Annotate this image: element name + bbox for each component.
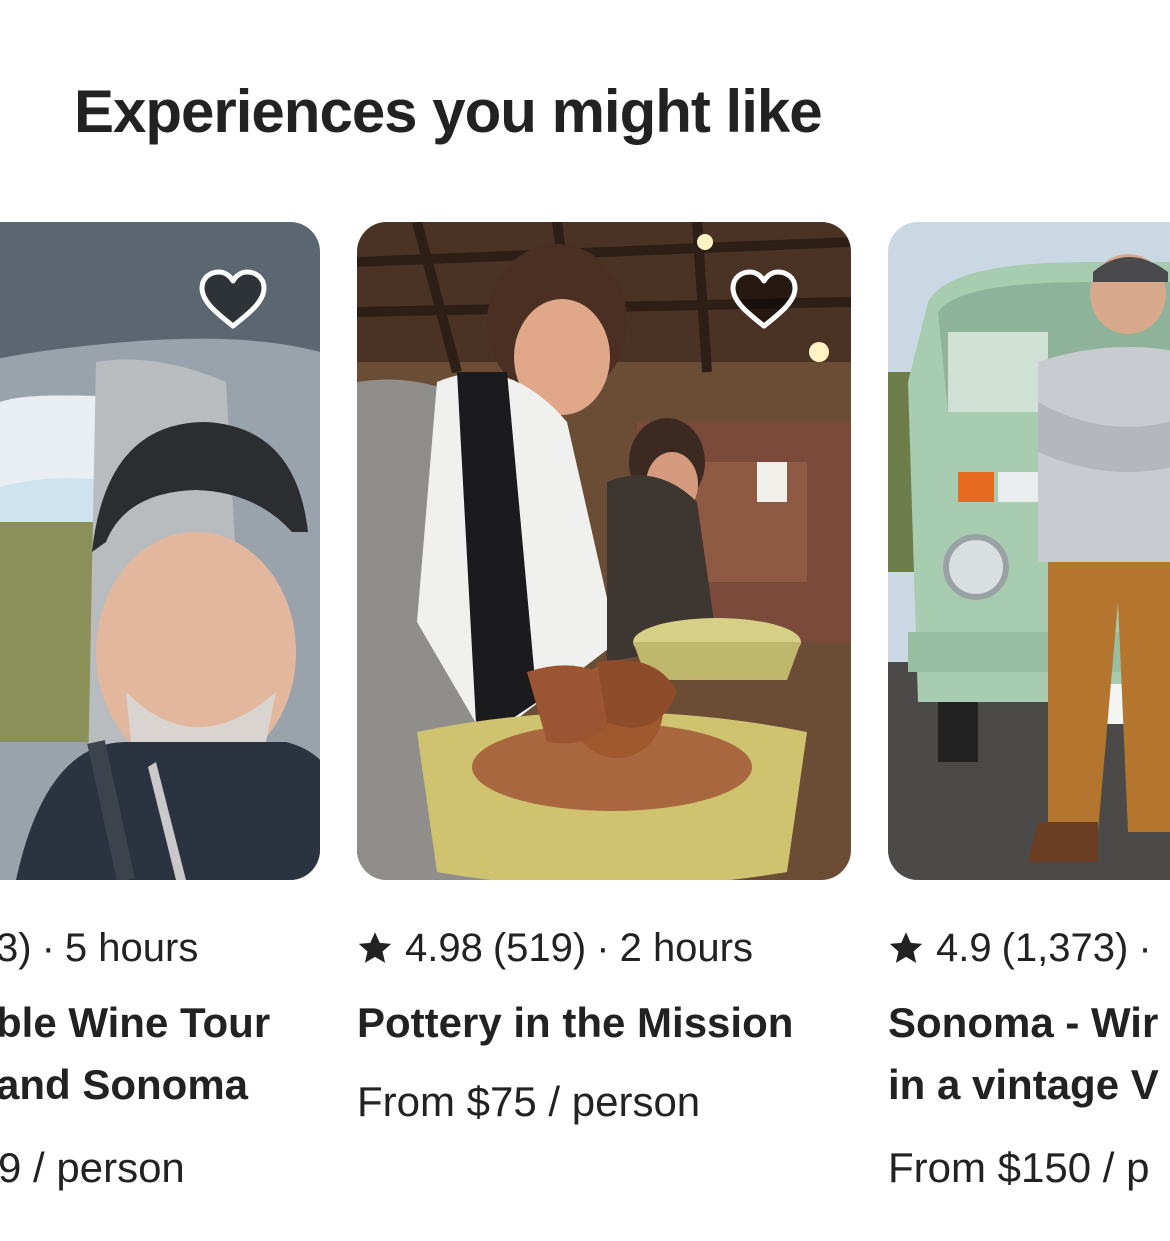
meta-separator: · [41, 926, 55, 970]
duration: 2 hours [619, 926, 753, 970]
heart-icon [730, 269, 798, 329]
rating-value: 4.9 [936, 926, 992, 970]
experience-meta: 3) · 5 hours [0, 922, 198, 974]
wishlist-heart-button[interactable] [729, 268, 799, 332]
experience-title-line: in a vintage V [888, 1061, 1159, 1108]
star-icon [888, 930, 924, 966]
experiences-carousel[interactable]: 3) · 5 hours ble Wine Tour and Sonoma 9 … [0, 0, 1170, 1241]
experience-price: From $150 / p [888, 1144, 1150, 1191]
review-count: 3) [0, 926, 32, 970]
rating-value: 4.98 [405, 926, 483, 970]
experience-meta: 4.9 (1,373) · [888, 922, 1162, 974]
vintage-van-photo [888, 222, 1170, 880]
experience-price: From $75 / person [357, 1078, 701, 1125]
meta-separator: · [1138, 926, 1152, 970]
review-count: (1,373) [1001, 926, 1129, 970]
experience-card-pottery[interactable]: 4.98 (519) · 2 hours Pottery in the Miss… [357, 222, 851, 1222]
experience-meta: 4.98 (519) · 2 hours [357, 922, 753, 974]
meta-separator: · [596, 926, 610, 970]
experience-title[interactable]: Pottery in the Mission [357, 992, 851, 1054]
experience-price: 9 / person [0, 1144, 185, 1191]
experience-photo[interactable] [357, 222, 851, 880]
man-in-car-photo [0, 222, 320, 880]
wishlist-heart-button[interactable] [198, 268, 268, 332]
review-count: (519) [492, 926, 587, 970]
experience-title[interactable]: Sonoma - Wir in a vintage V [888, 992, 1170, 1116]
heart-icon [199, 269, 267, 329]
experience-card-sonoma-van[interactable]: 4.9 (1,373) · Sonoma - Wir in a vintage … [888, 222, 1170, 1222]
experience-title-line: Sonoma - Wir [888, 999, 1159, 1046]
duration: 5 hours [64, 926, 199, 970]
experience-card-wine-tour[interactable]: 3) · 5 hours ble Wine Tour and Sonoma 9 … [0, 222, 320, 1222]
experience-photo[interactable] [0, 222, 320, 880]
star-icon [357, 930, 393, 966]
experience-photo[interactable] [888, 222, 1170, 880]
